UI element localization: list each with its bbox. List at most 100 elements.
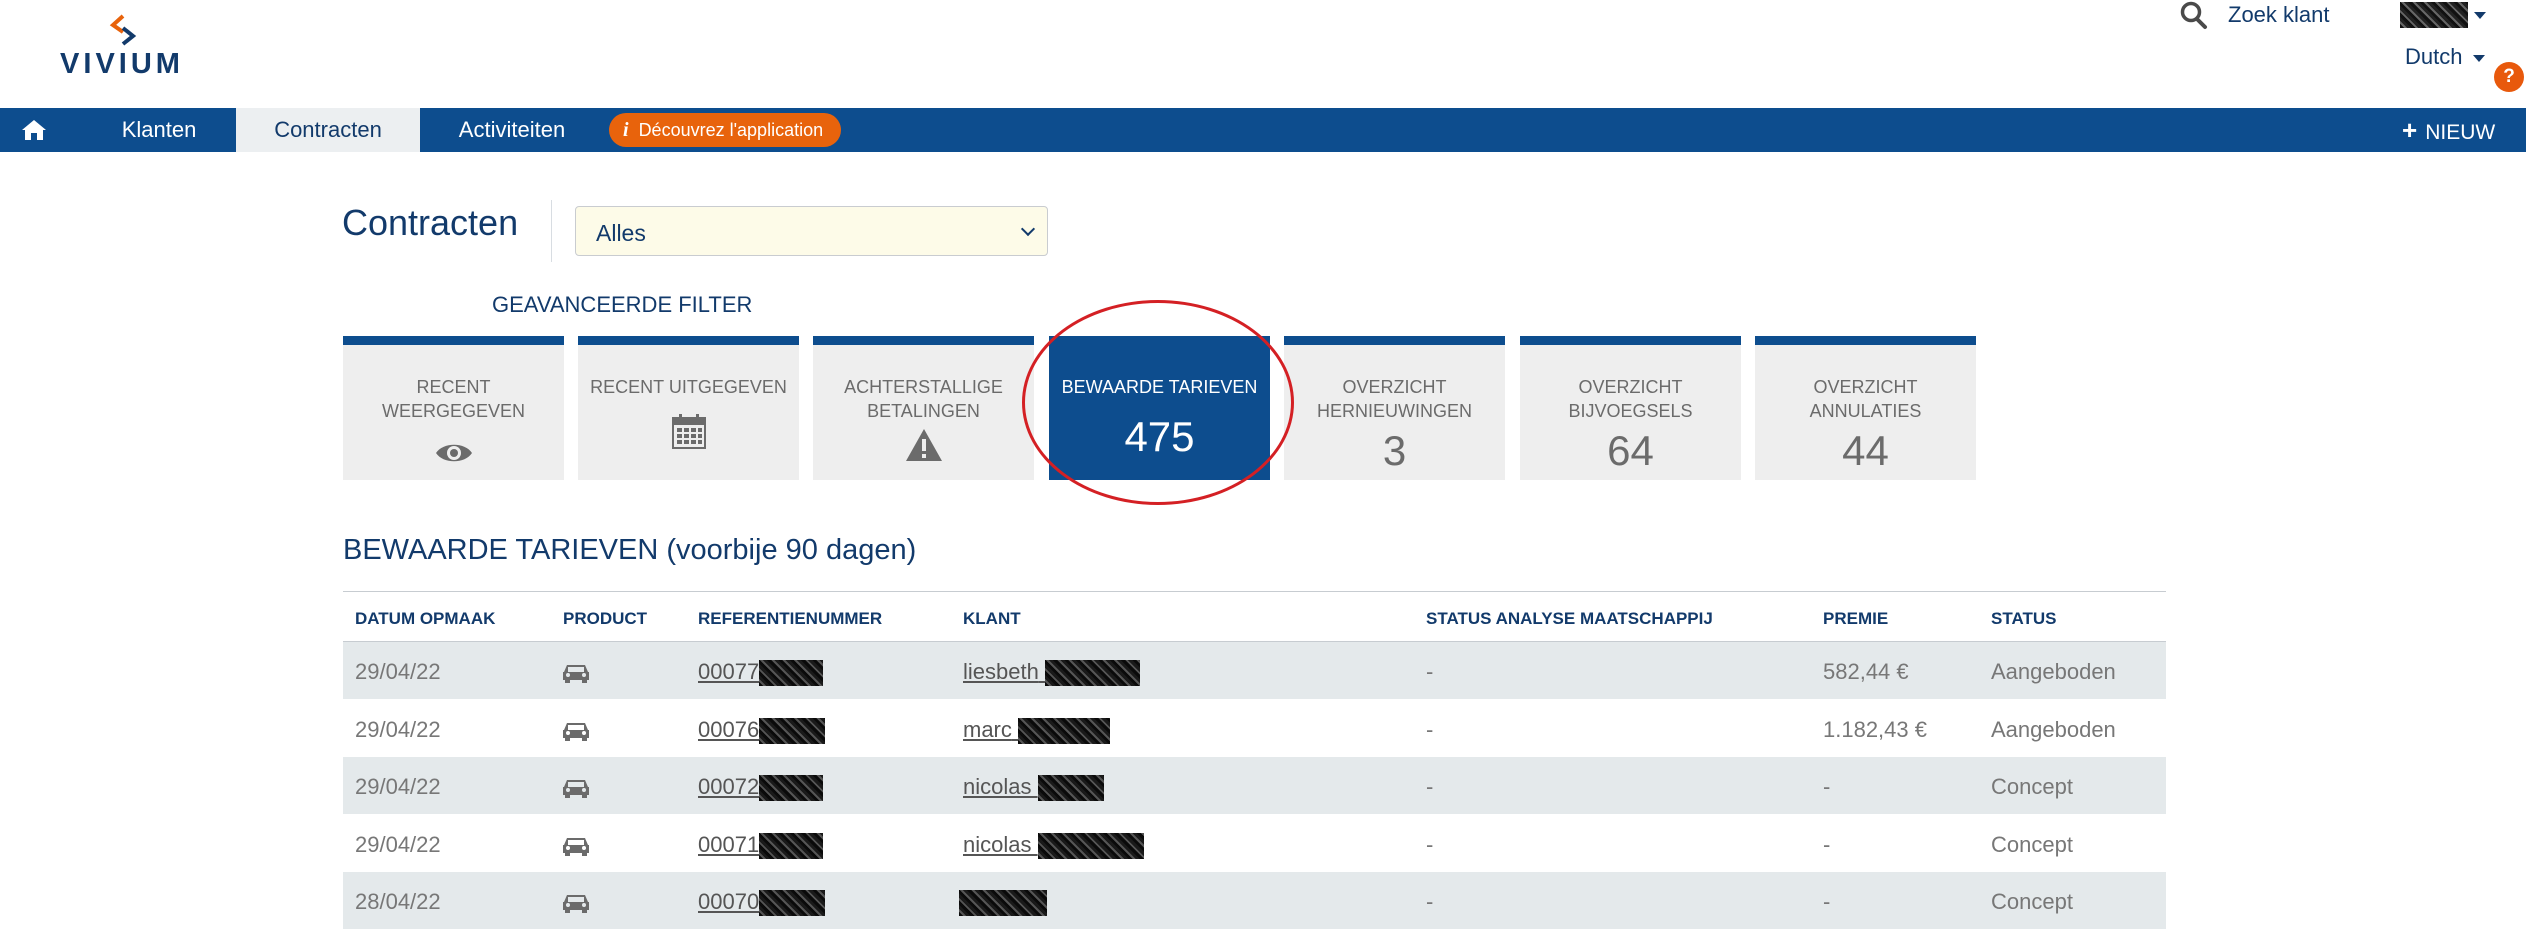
select-value: Alles	[596, 220, 646, 246]
tile-recent-viewed[interactable]: RECENT WEERGEGEVEN	[343, 336, 564, 480]
cell-client-link[interactable]: nicolas	[963, 774, 1104, 802]
tile-label: OVERZICHT BIJVOEGSELS	[1568, 377, 1693, 421]
user-menu-caret-icon[interactable]	[2474, 12, 2486, 19]
discover-app-button[interactable]: i Découvrez l'application	[609, 113, 842, 147]
car-icon	[563, 780, 589, 798]
tile-label: OVERZICHT ANNULATIES	[1809, 377, 1922, 421]
tile-label: ACHTERSTALLIGE BETALINGEN	[844, 377, 1003, 421]
col-product[interactable]: PRODUCT	[563, 609, 647, 629]
cell-reference-link[interactable]: 00070	[698, 889, 826, 917]
cell-client-link[interactable]: nicolas	[963, 832, 1144, 859]
client-text[interactable]: nicolas	[963, 774, 1031, 799]
cell-reference-link[interactable]: 00071	[698, 832, 824, 859]
nav-activiteiten[interactable]: Activiteiten	[444, 108, 580, 152]
cell-status: Concept	[1991, 831, 2073, 857]
page-title: Contracten	[342, 202, 519, 243]
discover-app-label: Découvrez l'application	[638, 120, 824, 140]
tile-count: 64	[1607, 427, 1654, 474]
language-label[interactable]: Dutch	[2405, 44, 2462, 69]
cell-analysis: -	[1426, 889, 1434, 914]
tile-label: OVERZICHT HERNIEUWINGEN	[1316, 377, 1472, 421]
search-label[interactable]: Zoek klant	[2228, 2, 2330, 28]
cell-reference-link[interactable]: 00076	[698, 717, 826, 744]
tile-renewals-overview[interactable]: OVERZICHT HERNIEUWINGEN 3	[1284, 336, 1505, 480]
chevron-down-icon	[1020, 221, 1036, 237]
reference-text[interactable]: 00070	[698, 889, 759, 914]
search-icon[interactable]	[2180, 0, 2208, 30]
col-client[interactable]: KLANT	[963, 609, 1021, 629]
logo-mark-icon	[109, 14, 137, 46]
section-title: BEWAARDE TARIEVEN (voorbije 90 dagen)	[343, 534, 917, 566]
user-menu-redacted[interactable]	[2400, 2, 2468, 28]
col-premium[interactable]: PREMIE	[1823, 609, 1888, 629]
client-text[interactable]: marc	[963, 717, 1012, 742]
table-row[interactable]: 29/04/22 00077 liesbeth - 582,44 € Aange…	[343, 642, 2166, 700]
language-caret-icon[interactable]	[2473, 55, 2485, 62]
table-header: DATUM OPMAAK PRODUCT REFERENTIENUMMER KL…	[343, 592, 2166, 642]
redacted-block	[1018, 717, 1111, 744]
table-row[interactable]: 28/04/22 00070 - - Concept	[343, 872, 2166, 930]
client-search[interactable]: Zoek klant	[2180, 0, 2330, 30]
col-reference[interactable]: REFERENTIENUMMER	[698, 609, 882, 629]
cell-client-link[interactable]: marc	[963, 717, 1111, 744]
highlight-annotation-circle	[1022, 300, 1294, 505]
col-date[interactable]: DATUM OPMAAK	[355, 609, 495, 629]
redacted-block	[759, 775, 824, 802]
help-button[interactable]: ?	[2494, 62, 2524, 92]
table-row[interactable]: 29/04/22 00076 marc - 1.182,43 € Aangebo…	[343, 700, 2166, 757]
new-button[interactable]: + NIEUW	[2402, 108, 2495, 152]
car-icon	[563, 722, 589, 741]
tile-amendments-overview[interactable]: OVERZICHT BIJVOEGSELS 64	[1520, 336, 1741, 480]
table-row[interactable]: 29/04/22 00072 nicolas - - Concept	[343, 757, 2166, 815]
reference-text[interactable]: 00071	[698, 832, 759, 857]
cell-reference-link[interactable]: 00072	[698, 774, 824, 802]
cell-date: 29/04/22	[355, 716, 441, 742]
heading-divider	[551, 200, 552, 262]
tile-cancellations-overview[interactable]: OVERZICHT ANNULATIES 44	[1755, 336, 1976, 480]
tile-count: 3	[1382, 427, 1407, 474]
logo-word: VIVIUM	[60, 48, 184, 80]
cell-analysis: -	[1426, 774, 1434, 799]
cell-client-link[interactable]	[959, 889, 1047, 917]
table-row[interactable]: 29/04/22 00071 nicolas - - Concept	[343, 815, 2166, 872]
cell-date: 28/04/22	[355, 889, 441, 914]
cell-status: Concept	[1991, 774, 2073, 799]
tile-recent-issued[interactable]: RECENT UITGEGEVEN	[578, 336, 799, 480]
cell-reference-link[interactable]: 00077	[698, 659, 824, 687]
col-analysis-status[interactable]: STATUS ANALYSE MAATSCHAPPIJ	[1426, 609, 1713, 629]
cell-date: 29/04/22	[355, 659, 441, 684]
tile-overdue-payments[interactable]: ACHTERSTALLIGE BETALINGEN	[813, 336, 1034, 480]
eye-icon	[435, 444, 472, 462]
cell-date: 29/04/22	[355, 831, 441, 857]
cell-status: Aangeboden	[1991, 716, 2116, 742]
client-text[interactable]: liesbeth	[963, 659, 1039, 684]
vivium-logo[interactable]: VIVIUM	[52, 12, 192, 82]
client-text[interactable]: nicolas	[963, 832, 1031, 857]
contract-filter-select[interactable]: Alles	[575, 206, 1048, 256]
redacted-block	[759, 660, 824, 687]
redacted-block	[759, 832, 824, 859]
home-icon[interactable]	[21, 118, 47, 142]
reference-text[interactable]: 00076	[698, 717, 759, 742]
cell-premium: 1.182,43 €	[1823, 716, 1927, 742]
language-selector[interactable]: Dutch	[2405, 44, 2462, 70]
reference-text[interactable]: 00077	[698, 659, 759, 684]
redacted-block	[959, 890, 1047, 917]
calendar-icon	[671, 414, 706, 449]
info-icon: i	[623, 119, 629, 141]
reference-text[interactable]: 00072	[698, 774, 759, 799]
advanced-filter-link[interactable]: GEAVANCEERDE FILTER	[492, 292, 752, 318]
cell-premium: -	[1823, 831, 1831, 857]
plus-icon: +	[2402, 115, 2418, 145]
cell-premium: -	[1823, 774, 1831, 799]
col-status[interactable]: STATUS	[1991, 609, 2056, 629]
nav-contracten[interactable]: Contracten	[236, 108, 420, 152]
redacted-block	[1037, 775, 1104, 802]
tile-label: RECENT WEERGEGEVEN	[381, 377, 526, 421]
nav-klanten[interactable]: Klanten	[92, 108, 226, 152]
cell-client-link[interactable]: liesbeth	[963, 659, 1140, 687]
nav-home[interactable]	[0, 108, 68, 152]
redacted-block	[1037, 832, 1144, 859]
contracts-table: DATUM OPMAAK PRODUCT REFERENTIENUMMER KL…	[343, 591, 2166, 930]
main-nav: Klanten Contracten Activiteiten i Découv…	[0, 108, 2526, 152]
